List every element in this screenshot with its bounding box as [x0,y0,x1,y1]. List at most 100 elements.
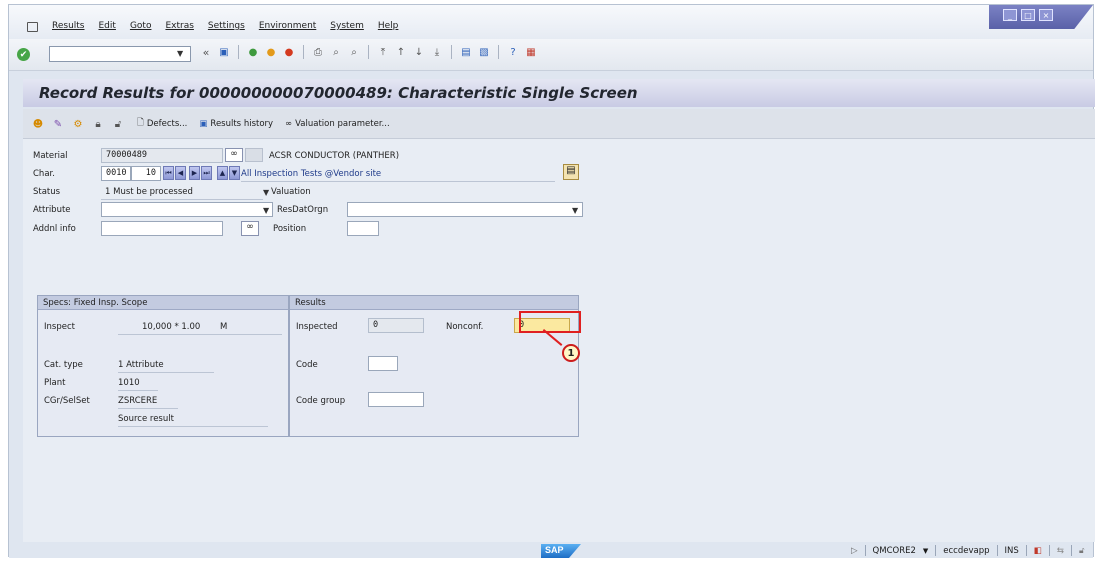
status-divider [1025,545,1027,556]
inspect-value: 10,000 * 1.00 [142,322,201,332]
toolbar-divider [498,45,499,59]
menu-system[interactable]: System [330,21,364,31]
addnl-info-field[interactable] [101,221,223,236]
previous-page-icon[interactable]: ↑ [394,45,408,59]
close-button[interactable]: × [1039,9,1053,21]
enter-check-icon[interactable]: ✔ [17,48,30,61]
plant-label: Plant [44,378,66,388]
scroll-down-icon[interactable]: ▼ [229,166,240,180]
cancel-icon[interactable]: ● [282,45,296,59]
maximize-button[interactable]: □ [1021,9,1035,21]
toolbar-divider [238,45,239,59]
menu-environment[interactable]: Environment [259,21,316,31]
source-result-label[interactable]: Source result [118,414,174,424]
collapse-chevron-icon[interactable]: « [199,45,213,59]
unlock-icon[interactable]: 🔓︎ [111,117,125,131]
customize-layout-icon[interactable]: ▦ [524,45,538,59]
sap-logo: SAP [541,544,581,558]
tab-icon[interactable]: ⇆ [1057,546,1064,556]
attribute-label: Attribute [33,205,71,215]
first-page-icon[interactable]: ⤒ [376,45,390,59]
insert-mode[interactable]: INS [1005,546,1019,556]
menu-help[interactable]: Help [378,21,399,31]
attribute-select[interactable] [101,202,273,217]
unlock-icon[interactable]: 🔓︎ [1079,546,1085,556]
char-number-field[interactable]: 10 [131,166,161,181]
system-dropdown-icon[interactable]: ▼ [923,547,928,555]
resdat-select[interactable] [347,202,583,217]
menu-edit[interactable]: Edit [99,21,116,31]
person-icon[interactable]: ☻ [31,117,45,131]
next-char-icon[interactable]: ▶ [189,166,200,180]
menu-goto[interactable]: Goto [130,21,152,31]
material-label: Material [33,151,68,161]
new-session-icon[interactable]: ▤ [459,45,473,59]
status-bar: SAP ▷ QMCORE2 ▼ eccdevapp INS ◧ ⇆ 🔓︎ [9,542,1093,558]
find-next-icon[interactable]: ⌕ [347,45,361,59]
lock-icon[interactable]: 🔒︎ [91,117,105,131]
cat-type-value: 1 Attribute [118,360,164,370]
menu-extras[interactable]: Extras [165,21,193,31]
results-history-label: Results history [210,119,274,129]
settings-icon[interactable]: ⚙ [71,117,85,131]
code-field[interactable] [368,356,398,371]
find-icon[interactable]: ⌕ [329,45,343,59]
glasses-icon[interactable]: ∞ [225,148,243,162]
plant-value: 1010 [118,378,140,388]
print-icon[interactable]: ⎙ [311,45,325,59]
resdat-label: ResDatOrgn [277,205,329,215]
nonconf-label: Nonconf. [446,322,484,332]
save-icon[interactable]: ▣ [217,45,231,59]
scroll-up-icon[interactable]: ▲ [217,166,228,180]
source-underline [118,426,268,427]
position-field[interactable] [347,221,379,236]
attribute-dropdown-icon[interactable]: ▼ [263,206,269,215]
document-icon: 🗋︎ [137,118,144,128]
back-icon[interactable]: ● [246,45,260,59]
char-inspection-link[interactable]: All Inspection Tests @Vendor site [241,169,381,179]
char-underline [241,181,555,182]
menu-icon[interactable] [27,22,38,32]
last-char-icon[interactable]: ⏭ [201,166,212,180]
plant-underline [118,390,158,391]
menu-results[interactable]: Results [52,21,85,31]
first-char-icon[interactable]: ⏮ [163,166,174,180]
flag-icon[interactable]: ◧ [1034,546,1042,556]
char-operation-field[interactable]: 0010 [101,166,131,181]
menu-settings[interactable]: Settings [208,21,245,31]
details-icon[interactable] [245,148,263,162]
nonconf-highlight-box [519,311,581,333]
application-toolbar: ☻ ✎ ⚙ 🔒︎ 🔓︎ 🗋︎ Defects... ▣ Results hist… [23,109,1095,139]
shortcut-icon[interactable]: ▧ [477,45,491,59]
next-page-icon[interactable]: ↓ [412,45,426,59]
valuation-parameter-button[interactable]: ∞ Valuation parameter... [285,119,390,129]
toolbar-divider [451,45,452,59]
material-description: ACSR CONDUCTOR (PANTHER) [269,151,400,161]
status-divider [1070,545,1072,556]
last-page-icon[interactable]: ⤓ [430,45,444,59]
status-divider [864,545,866,556]
status-value: 1 Must be processed [105,187,193,197]
prev-char-icon[interactable]: ◀ [175,166,186,180]
server-name: eccdevapp [943,545,990,556]
defects-button[interactable]: 🗋︎ Defects... [137,117,187,131]
results-history-button[interactable]: ▣ Results history [199,119,273,129]
system-name: QMCORE2 [872,545,916,556]
inspected-field[interactable]: 0 [368,318,424,333]
play-icon[interactable]: ▷ [851,546,858,556]
help-icon[interactable]: ? [506,45,520,59]
title-bar: Record Results for 000000000070000489: C… [23,79,1095,107]
command-field[interactable] [49,46,191,62]
exit-icon[interactable]: ● [264,45,278,59]
menu-bar: Results Edit Goto Extras Settings Enviro… [9,5,1093,39]
edit-icon[interactable]: ✎ [51,117,65,131]
results-header: Results [290,296,578,310]
material-field[interactable]: 70000489 [101,148,223,163]
status-dropdown-icon[interactable]: ▼ [263,188,269,197]
glasses-icon[interactable]: ∞ [241,221,259,236]
code-group-field[interactable] [368,392,424,407]
notes-icon[interactable]: ▤ [563,164,579,180]
resdat-dropdown-icon[interactable]: ▼ [572,206,578,215]
command-dropdown-icon[interactable]: ▼ [177,49,183,58]
minimize-button[interactable]: _ [1003,9,1017,21]
